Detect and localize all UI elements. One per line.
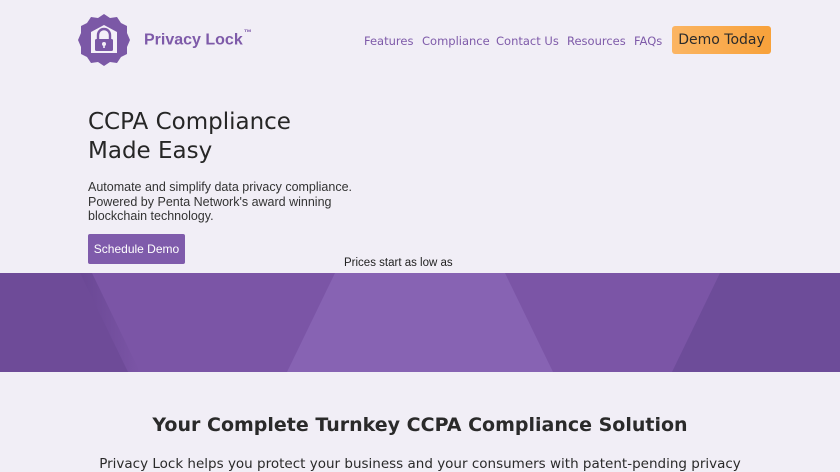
- demo-today-button[interactable]: Demo Today: [672, 26, 771, 54]
- brand-text: Privacy Lock: [144, 31, 243, 49]
- pricing-band: [0, 273, 840, 372]
- nav-link-faqs[interactable]: FAQs: [634, 34, 662, 48]
- nav-link-compliance[interactable]: Compliance: [422, 34, 490, 48]
- hero-title-line-2: Made Easy: [88, 138, 213, 164]
- hero-title: CCPA Compliance Made Easy: [88, 108, 291, 166]
- hero-desc-line-2: Powered by Penta Network's award winning: [88, 194, 332, 209]
- band-background: [0, 273, 840, 372]
- lock-badge-icon: [78, 14, 130, 66]
- hero-desc-line-3: blockchain technology.: [88, 209, 214, 223]
- hero-description: Automate and simplify data privacy compl…: [88, 180, 358, 224]
- hero-title-line-1: CCPA Compliance: [88, 109, 291, 135]
- nav-link-features[interactable]: Features: [364, 34, 413, 48]
- hero-desc-line-1: Automate and simplify data privacy compl…: [88, 180, 353, 194]
- section-text: Privacy Lock helps you protect your busi…: [99, 456, 741, 472]
- section-title: Your Complete Turnkey CCPA Compliance So…: [152, 414, 688, 436]
- nav-link-contact-us[interactable]: Contact Us: [496, 34, 559, 48]
- prices-caption: Prices start as low as: [344, 257, 453, 269]
- nav-link-resources[interactable]: Resources: [567, 34, 626, 48]
- logo-badge[interactable]: [77, 13, 131, 67]
- brand-name[interactable]: Privacy Lock™: [144, 28, 252, 49]
- trademark-mark: ™: [243, 28, 252, 37]
- schedule-demo-button[interactable]: Schedule Demo: [88, 234, 185, 264]
